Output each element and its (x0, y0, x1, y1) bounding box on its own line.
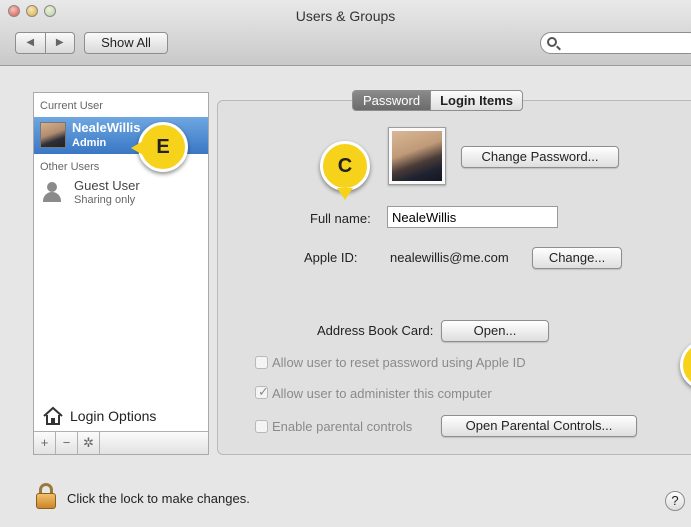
sidebar-toolbar: + − ✲ (34, 431, 208, 454)
remove-user-button[interactable]: − (56, 432, 78, 454)
avatar (40, 122, 66, 148)
avatar (392, 131, 442, 181)
tab-login-items[interactable]: Login Items (430, 91, 522, 110)
lock-icon[interactable] (36, 483, 56, 509)
administer-label: Allow user to administer this computer (272, 386, 492, 401)
administer-checkbox[interactable]: ✓ (255, 384, 269, 399)
user-name: Guest User (74, 178, 140, 193)
reset-password-label: Allow user to reset password using Apple… (272, 355, 526, 370)
forward-arrow-icon[interactable]: ▶ (46, 33, 75, 53)
search-icon (547, 37, 557, 47)
house-icon (43, 406, 63, 425)
sidebar-item-guest-user[interactable]: Guest User Sharing only (34, 178, 208, 212)
add-user-button[interactable]: + (34, 432, 56, 454)
title-bar: Users & Groups ◀ ▶ Show All (0, 0, 691, 66)
guest-user-icon (42, 182, 62, 202)
profile-picture[interactable] (388, 127, 446, 185)
full-name-label: Full name: (310, 211, 371, 226)
address-book-card-label: Address Book Card: (317, 323, 434, 338)
login-options-label: Login Options (70, 408, 157, 424)
change-password-button[interactable]: Change Password... (461, 146, 619, 168)
help-button[interactable]: ? (665, 491, 685, 511)
checkmark-icon: ✓ (258, 384, 269, 399)
apple-id-value: nealewillis@me.com (390, 250, 509, 265)
full-name-field[interactable] (387, 206, 558, 228)
user-role: Sharing only (74, 194, 136, 206)
tab-password[interactable]: Password (353, 91, 431, 110)
search-input[interactable] (540, 32, 691, 54)
window-title: Users & Groups (295, 8, 396, 24)
nav-back-forward: ◀ ▶ (15, 32, 75, 54)
parental-controls-label: Enable parental controls (272, 419, 413, 434)
tab-bar: Password Login Items (352, 90, 524, 111)
callout-badge-c: C (320, 141, 370, 200)
lock-message: Click the lock to make changes. (67, 491, 250, 506)
back-arrow-icon[interactable]: ◀ (16, 33, 46, 53)
user-role: Admin (72, 137, 107, 149)
user-name: NealeWillis (72, 120, 141, 135)
current-user-header: Current User (40, 100, 103, 112)
gear-icon[interactable]: ✲ (78, 432, 100, 454)
other-users-header: Other Users (40, 161, 100, 173)
users-and-groups-window: Users & Groups ◀ ▶ Show All Current User… (0, 0, 691, 527)
callout-badge-e: E (131, 122, 188, 172)
reset-password-checkbox[interactable] (255, 356, 268, 369)
open-address-book-button[interactable]: Open... (441, 320, 549, 342)
open-parental-controls-button[interactable]: Open Parental Controls... (441, 415, 637, 437)
user-details-panel (217, 100, 691, 455)
apple-id-label: Apple ID: (304, 250, 358, 265)
change-apple-id-button[interactable]: Change... (532, 247, 622, 269)
login-options-item[interactable]: Login Options (34, 403, 208, 431)
show-all-button[interactable]: Show All (84, 32, 168, 54)
parental-controls-checkbox[interactable] (255, 420, 268, 433)
